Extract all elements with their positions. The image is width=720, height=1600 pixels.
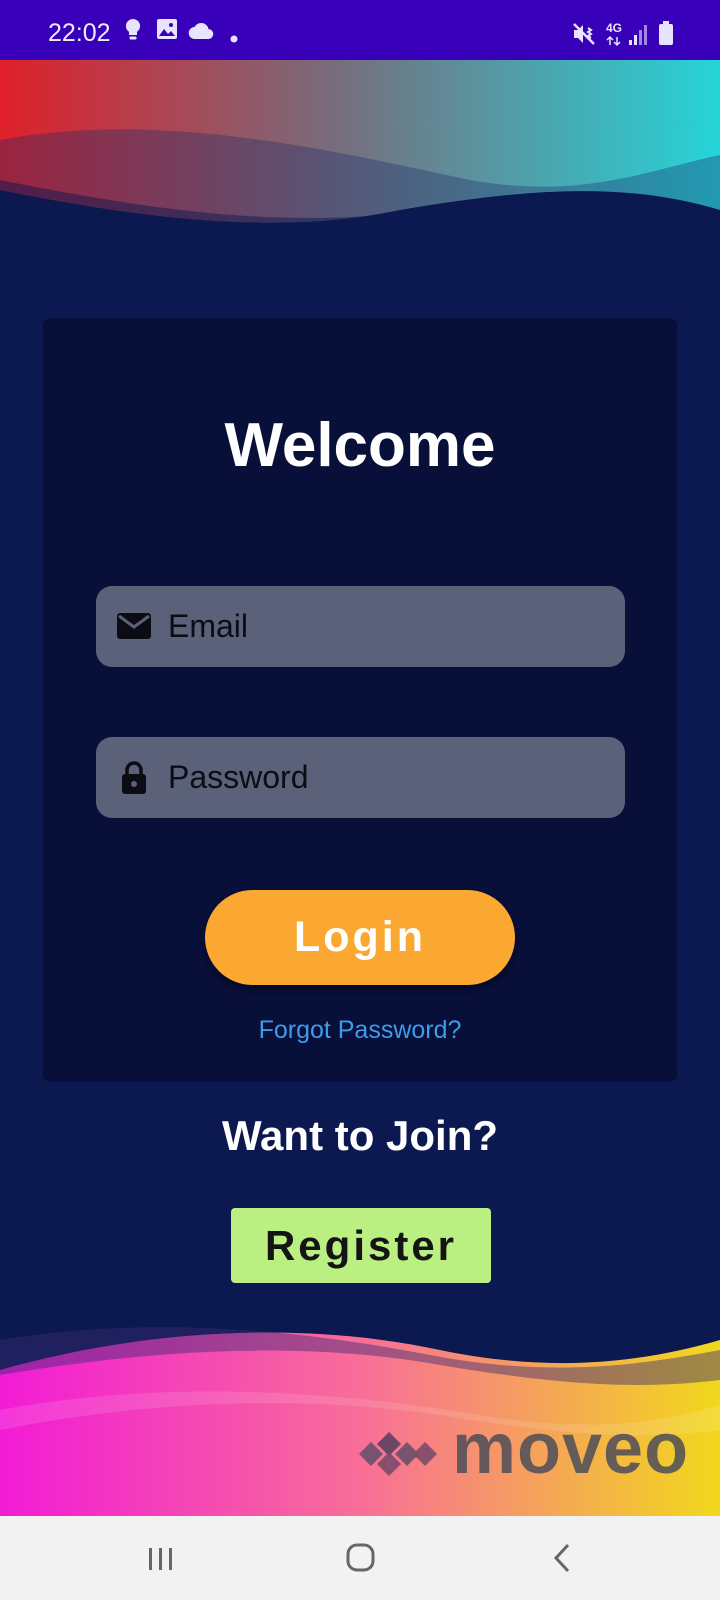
mute-vibrate-icon	[572, 22, 596, 51]
mail-icon	[116, 608, 152, 644]
brand-logo: moveo	[356, 1409, 688, 1498]
dot-icon	[230, 30, 238, 48]
back-icon[interactable]	[534, 1536, 594, 1580]
battery-icon	[658, 20, 674, 51]
welcome-title: Welcome	[224, 411, 496, 480]
cloud-icon	[188, 22, 214, 45]
home-icon[interactable]	[330, 1536, 390, 1580]
brand-name: moveo	[452, 1409, 690, 1489]
lock-icon	[116, 759, 152, 795]
signal-icon	[628, 24, 650, 51]
status-bar: 22:02 4G	[0, 0, 720, 60]
join-prompt: Want to Join?	[221, 1112, 499, 1159]
recents-icon[interactable]	[130, 1536, 190, 1580]
diamond-logo-icon	[359, 1432, 437, 1476]
status-time: 22:02	[48, 19, 111, 47]
gallery-icon	[156, 18, 178, 45]
password-placeholder: Password	[168, 759, 309, 795]
email-placeholder: Email	[168, 608, 249, 644]
top-wave-decoration	[0, 60, 720, 223]
lightbulb-icon	[124, 18, 142, 47]
network-4g-label: 4G	[606, 21, 622, 35]
login-button[interactable]: Login	[205, 890, 515, 985]
network-4g-icon: 4G	[604, 20, 624, 53]
forgot-password-link[interactable]: Forgot Password?	[0, 1016, 720, 1045]
email-field[interactable]: Email	[96, 586, 625, 667]
password-field[interactable]: Password	[96, 737, 625, 818]
navigation-bar	[0, 1516, 720, 1600]
register-button[interactable]: Register	[231, 1208, 491, 1283]
